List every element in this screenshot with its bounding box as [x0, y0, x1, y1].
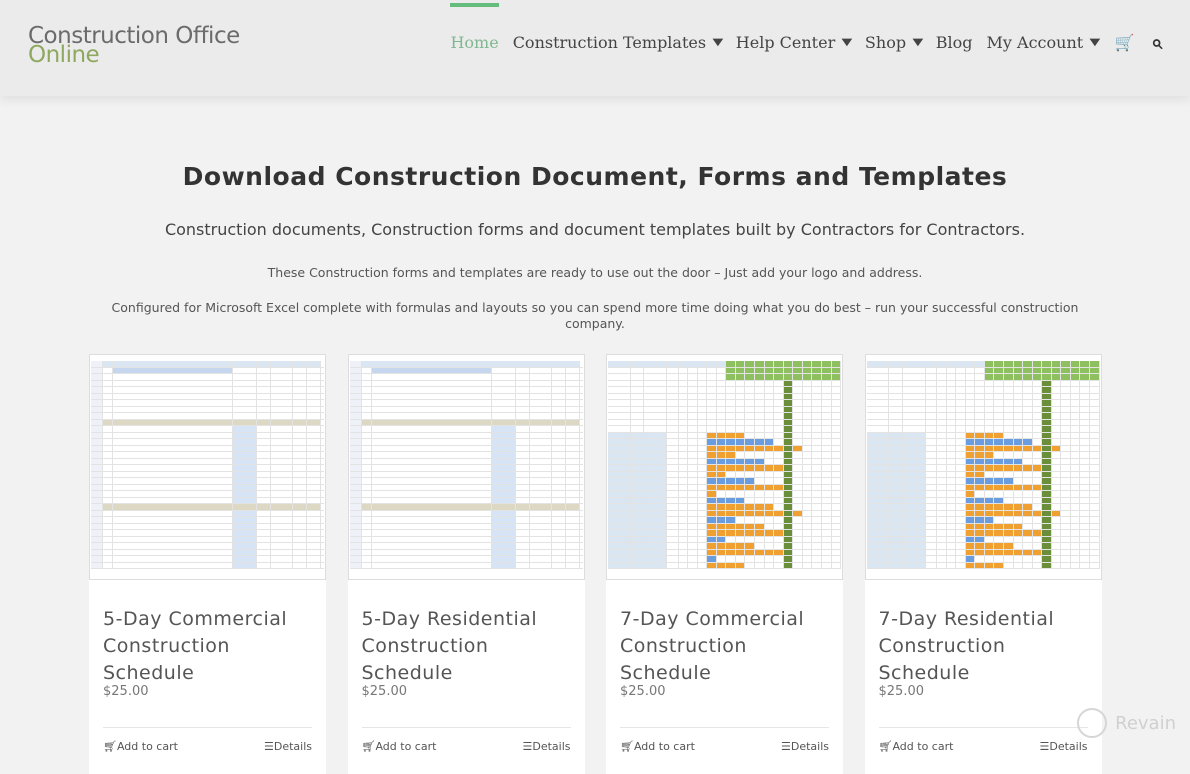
add-to-cart-label: Add to cart [375, 740, 437, 753]
cart-icon: 🛒︎ [620, 740, 634, 753]
nav-label: My Account [986, 32, 1084, 52]
cart-icon[interactable]: 🛒 [1115, 33, 1135, 52]
product-title-link[interactable]: 5-Day Commercial Construction Schedule [103, 606, 313, 687]
details-button[interactable]: ☰Details [781, 740, 829, 753]
nav-label: Construction Templates [512, 32, 707, 52]
search-icon[interactable]: ⌕ [1151, 30, 1162, 54]
product-card: 7-Day Commercial Construction Schedule $… [606, 354, 843, 774]
intro-paragraph-2: Configured for Microsoft Excel complete … [111, 300, 1079, 331]
cart-icon: 🛒︎ [103, 740, 117, 753]
page-subtitle: Construction documents, Construction for… [164, 220, 1026, 239]
nav-label: Shop [864, 32, 907, 52]
nav-blog[interactable]: Blog [936, 33, 973, 52]
details-label: Details [1049, 740, 1088, 753]
list-icon: ☰ [1039, 740, 1050, 753]
product-price: $25.00 [620, 684, 666, 699]
list-icon: ☰ [522, 740, 533, 753]
add-to-cart-label: Add to cart [633, 740, 695, 753]
main-nav: Home Construction Templates ▼ Help Center ▼ S… [436, 2, 1162, 54]
nav-label: Help Center [735, 32, 836, 52]
site-header: Construction Office Online Home Construct… [0, 0, 1190, 96]
nav-my-account[interactable]: My Account ▼ [986, 32, 1101, 52]
details-button[interactable]: ☰Details [522, 740, 570, 753]
details-label: Details [790, 740, 829, 753]
product-thumbnail[interactable] [864, 354, 1102, 580]
chevron-down-icon: ▼ [712, 36, 724, 48]
list-icon: ☰ [263, 740, 274, 753]
details-label: Details [273, 740, 312, 753]
product-thumbnail[interactable] [347, 354, 585, 580]
cart-icon: 🛒︎ [878, 740, 893, 753]
nav-help-center[interactable]: Help Center ▼ [735, 32, 853, 52]
nav-label: Home [450, 32, 499, 52]
chevron-down-icon: ▼ [1089, 36, 1101, 48]
add-to-cart-button[interactable]: 🛒︎Add to cart [103, 740, 178, 753]
chevron-down-icon: ▼ [912, 36, 924, 48]
spreadsheet-preview-image [349, 361, 583, 574]
product-title-link[interactable]: 7-Day Residential Construction Schedule [879, 606, 1089, 687]
divider [103, 727, 312, 728]
revain-logo-icon [1077, 708, 1108, 738]
product-price: $25.00 [878, 684, 925, 699]
divider [361, 727, 571, 728]
nav-shop[interactable]: Shop ▼ [864, 32, 924, 52]
chevron-down-icon: ▼ [841, 36, 853, 48]
spreadsheet-preview-image [91, 361, 324, 574]
list-icon: ☰ [780, 740, 791, 753]
add-to-cart-label: Add to cart [116, 740, 178, 753]
details-label: Details [532, 740, 571, 753]
intro-paragraph-1: These Construction forms and templates a… [267, 265, 923, 280]
watermark-text: Revain [1115, 712, 1176, 734]
add-to-cart-button[interactable]: 🛒︎Add to cart [362, 740, 437, 753]
details-button[interactable]: ☰Details [264, 740, 312, 753]
product-price: $25.00 [103, 684, 149, 699]
product-price: $25.00 [361, 684, 408, 699]
add-to-cart-button[interactable]: 🛒︎Add to cart [620, 740, 695, 753]
add-to-cart-button[interactable]: 🛒︎Add to cart [879, 740, 954, 753]
product-title-link[interactable]: 7-Day Commercial Construction Schedule [620, 606, 830, 687]
nav-home[interactable]: Home [450, 2, 499, 52]
spreadsheet-preview-image [866, 361, 1100, 574]
nav-label: Blog [935, 32, 973, 52]
product-card: 5-Day Commercial Construction Schedule $… [89, 354, 326, 774]
spreadsheet-preview-image [608, 361, 841, 574]
details-button[interactable]: ☰Details [1039, 740, 1087, 753]
product-card: 7-Day Residential Construction Schedule … [864, 354, 1102, 774]
site-logo[interactable]: Construction Office Online [28, 25, 240, 67]
nav-construction-templates[interactable]: Construction Templates ▼ [512, 32, 724, 52]
divider [620, 727, 829, 728]
product-title-link[interactable]: 5-Day Residential Construction Schedule [362, 606, 572, 687]
product-thumbnail[interactable] [89, 354, 326, 580]
divider [878, 727, 1088, 728]
revain-watermark: Revain [1077, 708, 1176, 738]
cart-icon: 🛒︎ [361, 740, 376, 753]
add-to-cart-label: Add to cart [892, 740, 954, 753]
page-title: Download Construction Document, Forms an… [182, 162, 1008, 191]
product-card: 5-Day Residential Construction Schedule … [347, 354, 585, 774]
product-thumbnail[interactable] [606, 354, 843, 580]
